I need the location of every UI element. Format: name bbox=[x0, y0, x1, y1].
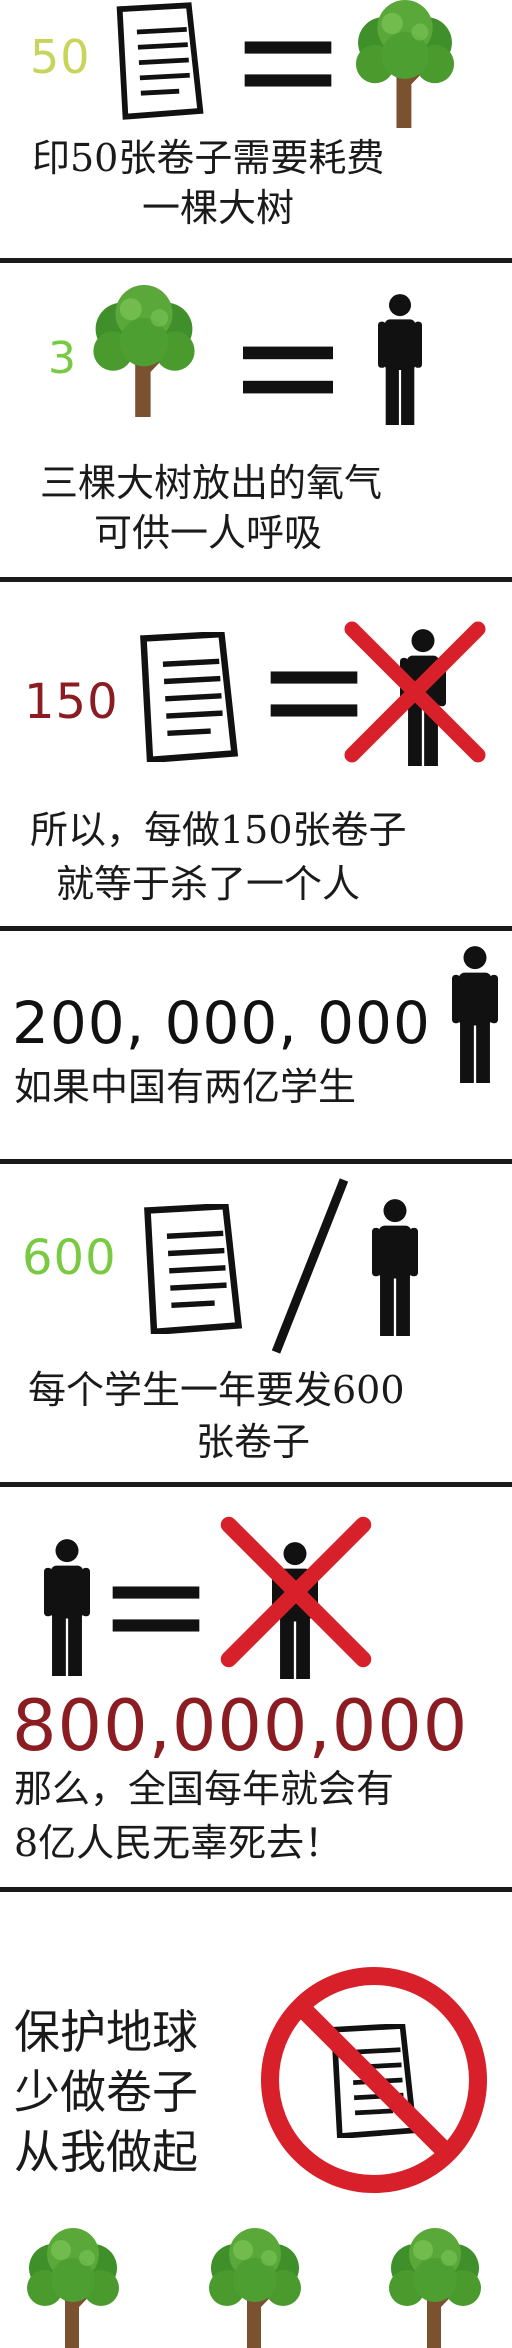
panel5-caption-line2: 张卷子 bbox=[196, 1420, 311, 1464]
panel1-number: 50 bbox=[30, 30, 91, 84]
panel6-caption-line2: 8亿人民无辜死去！ bbox=[14, 1821, 343, 1865]
panel-total-deaths: 800,000,000 那么，全国每年就会有 8亿人民无辜死去！ bbox=[0, 1487, 512, 1887]
person-icon bbox=[372, 1192, 418, 1342]
paper-document-icon bbox=[138, 1204, 248, 1334]
infographic: 50 印50张卷子需要耗费 一棵大树 3 三棵大树放出的氧气 可供一人呼吸 15… bbox=[0, 0, 512, 2343]
panel-papers-per-student: 600 每个学生一年要发600 张卷子 bbox=[0, 1164, 512, 1482]
person-icon bbox=[378, 289, 422, 429]
tree-icon bbox=[88, 285, 200, 417]
tree-icon bbox=[370, 2228, 500, 2348]
slash-divider bbox=[271, 1178, 349, 1354]
panel2-caption-line1: 三棵大树放出的氧气 bbox=[40, 461, 383, 505]
panel3-caption-line2: 就等于杀了一个人 bbox=[56, 862, 361, 906]
panel7-caption-line3: 从我做起 bbox=[14, 2125, 198, 2179]
panel2-caption-line2: 可供一人呼吸 bbox=[94, 511, 323, 555]
panel5-number: 600 bbox=[22, 1230, 117, 1286]
panel1-caption-line1: 印50张卷子需要耗费 bbox=[32, 136, 385, 180]
panel6-number: 800,000,000 bbox=[12, 1685, 469, 1767]
tree-icon bbox=[8, 2228, 138, 2348]
equals-sign bbox=[240, 38, 336, 90]
panel4-number: 200, 000, 000 bbox=[12, 989, 431, 1057]
paper-document-icon bbox=[112, 2, 208, 120]
paper-document-icon bbox=[134, 632, 244, 762]
person-icon bbox=[452, 939, 498, 1089]
panel4-caption-line1: 如果中国有两亿学生 bbox=[14, 1065, 357, 1109]
panel2-number: 3 bbox=[48, 333, 77, 384]
panel6-caption-line1: 那么，全国每年就会有 bbox=[14, 1767, 395, 1811]
panel-slogan: 保护地球 少做卷子 从我做起 bbox=[0, 1892, 512, 2343]
red-cross-icon bbox=[340, 602, 490, 782]
panel5-caption-line1: 每个学生一年要发600 bbox=[28, 1368, 405, 1412]
panel3-caption-line1: 所以，每做150张卷子 bbox=[30, 808, 407, 852]
tree-icon bbox=[190, 2228, 320, 2348]
panel-papers-kill-person: 150 所以，每做150张卷子 就等于杀了一个人 bbox=[0, 582, 512, 926]
equals-sign bbox=[112, 1583, 200, 1635]
panel7-caption-line1: 保护地球 bbox=[14, 2005, 198, 2059]
panel1-caption-line2: 一棵大树 bbox=[142, 186, 295, 230]
panel3-number: 150 bbox=[24, 674, 119, 730]
prohibition-sign-icon bbox=[261, 1967, 487, 2193]
panel-students-count: 200, 000, 000 如果中国有两亿学生 bbox=[0, 931, 512, 1159]
tree-icon bbox=[350, 0, 460, 128]
equals-sign bbox=[240, 343, 336, 397]
panel7-caption-line2: 少做卷子 bbox=[14, 2065, 198, 2119]
red-cross-icon bbox=[216, 1497, 376, 1687]
panel-paper-equals-tree: 50 印50张卷子需要耗费 一棵大树 bbox=[0, 0, 512, 258]
panel-trees-equals-person: 3 三棵大树放出的氧气 可供一人呼吸 bbox=[0, 263, 512, 577]
person-icon bbox=[44, 1531, 90, 1683]
